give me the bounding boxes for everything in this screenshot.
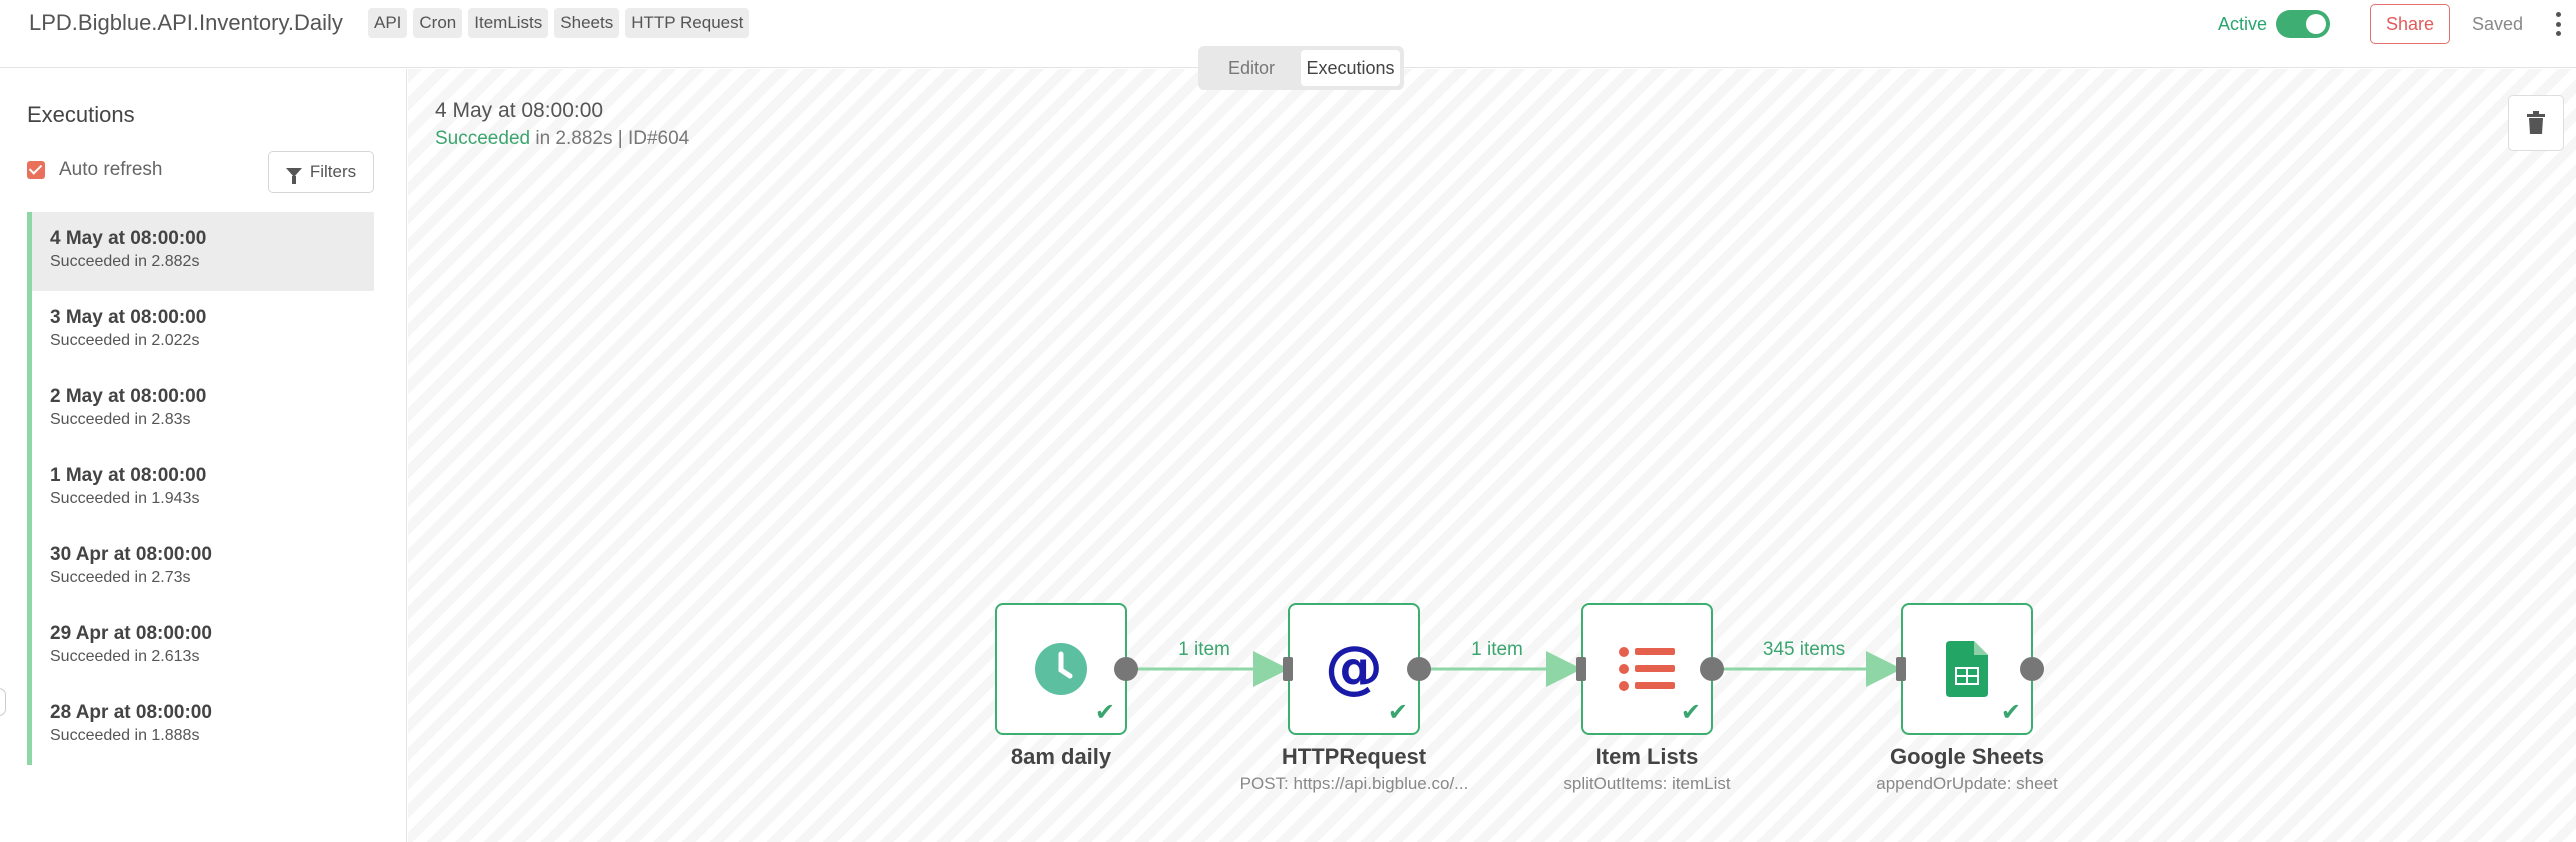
success-check-icon: ✔ xyxy=(1387,699,1408,726)
execution-date: 29 Apr at 08:00:00 xyxy=(50,623,212,644)
execution-date: 1 May at 08:00:00 xyxy=(50,465,207,486)
execution-item[interactable]: 28 Apr at 08:00:00 Succeeded in 1.888s xyxy=(27,686,374,765)
output-port[interactable] xyxy=(1700,657,1724,681)
output-port[interactable] xyxy=(1407,657,1431,681)
output-port[interactable] xyxy=(2020,657,2044,681)
node-title: 8am daily xyxy=(1010,744,1112,769)
filters-button[interactable]: Filters xyxy=(268,151,374,193)
tab-editor[interactable]: Editor xyxy=(1202,50,1301,86)
execution-item[interactable]: 1 May at 08:00:00 Succeeded in 1.943s xyxy=(27,449,374,528)
connection-label: 345 items xyxy=(1762,639,1846,660)
input-port[interactable] xyxy=(1576,657,1586,681)
execution-item[interactable]: 4 May at 08:00:00 Succeeded in 2.882s xyxy=(27,212,374,291)
tag-sheets[interactable]: Sheets xyxy=(554,8,620,38)
execution-item[interactable]: 30 Apr at 08:00:00 Succeeded in 2.73s xyxy=(27,528,374,607)
share-button[interactable]: Share xyxy=(2370,4,2450,44)
execution-status: Succeeded in 2.83s xyxy=(50,411,191,428)
filter-icon xyxy=(285,167,302,184)
execution-date: 2 May at 08:00:00 xyxy=(50,386,207,407)
filters-label: Filters xyxy=(309,162,357,181)
at-sign-icon: @ xyxy=(1325,639,1383,699)
connection-label: 1 item xyxy=(1178,639,1230,660)
active-label: Active xyxy=(2218,14,2268,34)
execution-status: Succeeded in 1.888s xyxy=(50,727,200,744)
active-toggle[interactable] xyxy=(2276,10,2330,38)
success-check-icon: ✔ xyxy=(1680,699,1701,726)
workflow-name[interactable]: LPD.Bigblue.API.Inventory.Daily xyxy=(29,10,343,36)
executions-sidebar: Executions Auto refresh Filters 4 May at… xyxy=(0,69,407,842)
execution-list: 4 May at 08:00:00 Succeeded in 2.882s 3 … xyxy=(27,212,374,765)
node-subtitle: splitOutItems: itemList xyxy=(1563,774,1731,793)
input-port[interactable] xyxy=(1283,657,1293,681)
execution-date: 3 May at 08:00:00 xyxy=(50,307,207,328)
tag-http-request[interactable]: HTTP Request xyxy=(625,8,750,38)
google-sheets-icon xyxy=(1946,641,1988,697)
node-title: Google Sheets xyxy=(1889,744,2045,769)
workflow-canvas[interactable]: 4 May at 08:00:00 Succeeded in 2.882s | … xyxy=(408,69,2576,842)
svg-text:@: @ xyxy=(1325,639,1383,699)
execution-status: Succeeded in 2.882s xyxy=(50,253,200,270)
execution-date: 30 Apr at 08:00:00 xyxy=(50,544,212,565)
execution-item[interactable]: 3 May at 08:00:00 Succeeded in 2.022s xyxy=(27,291,374,370)
auto-refresh-checkbox[interactable] xyxy=(27,161,45,179)
sidebar-collapse-handle[interactable] xyxy=(0,688,6,716)
node-subtitle: POST: https://api.bigblue.co/... xyxy=(1239,774,1469,793)
success-check-icon: ✔ xyxy=(2000,699,2021,726)
execution-status: Succeeded in 2.613s xyxy=(50,648,200,665)
execution-item[interactable]: 2 May at 08:00:00 Succeeded in 2.83s xyxy=(27,370,374,449)
node-title: HTTPRequest xyxy=(1281,744,1427,769)
more-options-icon[interactable] xyxy=(2552,12,2564,36)
execution-date: 4 May at 08:00:00 xyxy=(50,228,207,249)
tag-itemlists[interactable]: ItemLists xyxy=(468,8,549,38)
node-title: Item Lists xyxy=(1595,744,1699,769)
execution-date: 28 Apr at 08:00:00 xyxy=(50,702,212,723)
output-port[interactable] xyxy=(1114,657,1138,681)
auto-refresh-label: Auto refresh xyxy=(59,159,163,180)
execution-status: Succeeded in 2.73s xyxy=(50,569,191,586)
workflow-tags: API Cron ItemLists Sheets HTTP Request xyxy=(368,8,750,38)
tab-executions[interactable]: Executions xyxy=(1301,50,1400,86)
execution-status: Succeeded in 1.943s xyxy=(50,490,200,507)
connections-layer xyxy=(1126,651,1902,687)
execution-item[interactable]: 29 Apr at 08:00:00 Succeeded in 2.613s xyxy=(27,607,374,686)
sidebar-title: Executions xyxy=(27,102,135,127)
execution-status: Succeeded in 2.022s xyxy=(50,332,200,349)
node-subtitle: appendOrUpdate: sheet xyxy=(1876,774,2058,793)
success-check-icon: ✔ xyxy=(1094,699,1115,726)
node-item-lists[interactable]: ✔ xyxy=(1581,603,1713,735)
connection-label: 1 item xyxy=(1471,639,1523,660)
input-port[interactable] xyxy=(1896,657,1906,681)
tag-cron[interactable]: Cron xyxy=(413,8,463,38)
list-icon xyxy=(1619,647,1675,691)
toggle-knob xyxy=(2306,14,2326,34)
auto-refresh[interactable]: Auto refresh xyxy=(27,159,163,181)
clock-icon xyxy=(1035,643,1087,695)
tag-api[interactable]: API xyxy=(368,8,408,38)
saved-status: Saved xyxy=(2472,14,2524,34)
node-google-sheets[interactable]: ✔ xyxy=(1901,603,2033,735)
node-http-request[interactable]: @ ✔ xyxy=(1288,603,1420,735)
node-8am-daily[interactable]: ✔ xyxy=(995,603,1127,735)
mode-switch: Editor Executions xyxy=(1198,46,1404,90)
